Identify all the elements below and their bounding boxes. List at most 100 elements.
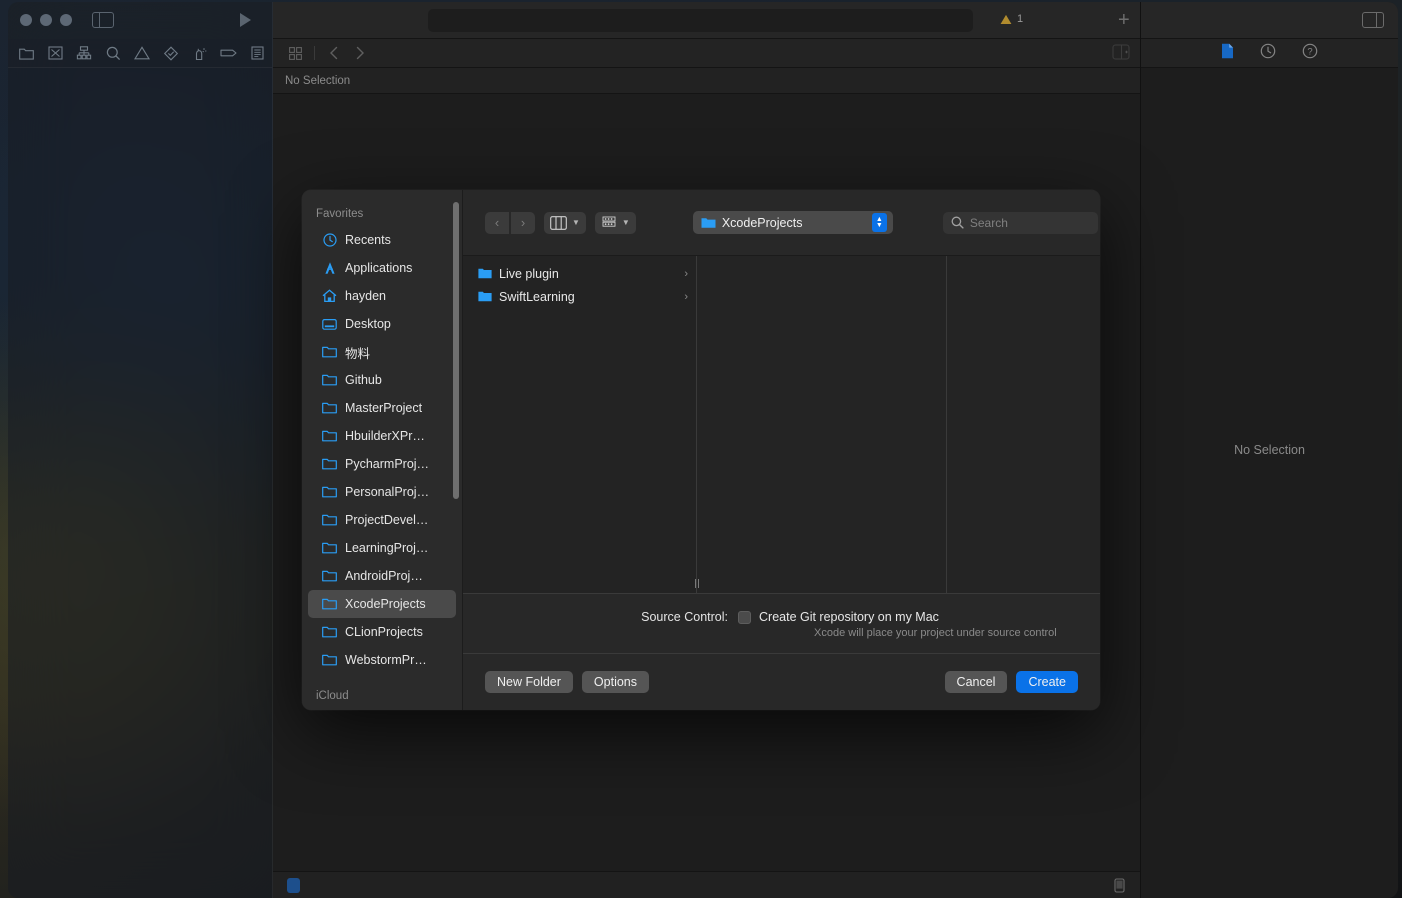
search-input[interactable]: Search <box>943 212 1098 234</box>
sidebar-item-label: AndroidProj… <box>345 569 423 583</box>
view-mode-button[interactable]: ▼ <box>544 212 586 234</box>
browser-item-label: SwiftLearning <box>499 290 575 304</box>
sidebar-item-xcodeprojects[interactable]: XcodeProjects <box>308 590 456 618</box>
warning-icon <box>1000 14 1012 25</box>
add-editor-button[interactable]: + <box>1118 11 1130 29</box>
warning-count: 1 <box>1017 13 1023 25</box>
sidebar-item-label: PersonalProj… <box>345 485 429 499</box>
stepper-icon[interactable]: ▲▼ <box>872 213 887 232</box>
minimize-button[interactable] <box>40 14 52 26</box>
sidebar-item-webstormpr[interactable]: WebstormPr… <box>308 646 456 674</box>
sidebar-item-recents[interactable]: Recents <box>308 226 456 254</box>
inspector-empty-state: No Selection <box>1141 2 1398 898</box>
browser-column-1: Live plugin› SwiftLearning › <box>463 256 697 593</box>
sidebar-scrollbar[interactable] <box>453 202 459 499</box>
inspector-panel: ? No Selection <box>1140 2 1398 898</box>
icloud-group-label: iCloud <box>302 690 462 702</box>
breakpoint-navigator-icon[interactable] <box>214 41 243 65</box>
sidebar-item-list: RecentsApplicationshayden Desktop 物料 Github… <box>302 226 462 674</box>
sidebar-item-label: XcodeProjects <box>345 597 426 611</box>
folder-icon <box>322 569 337 584</box>
toggle-navigator-icon[interactable] <box>92 12 114 28</box>
navigate-forward-icon[interactable] <box>348 42 372 64</box>
browser-item-label: Live plugin <box>499 267 559 281</box>
sidebar-item-hbuilderxpr[interactable]: HbuilderXPr… <box>308 422 456 450</box>
sidebar-item-label: MasterProject <box>345 401 422 415</box>
sidebar-item-learningproj[interactable]: LearningProj… <box>308 534 456 562</box>
activity-status-field <box>428 9 973 32</box>
warning-navigator-icon[interactable] <box>128 41 157 65</box>
folder-icon <box>322 541 337 556</box>
browser-item[interactable]: Live plugin› <box>463 262 696 285</box>
search-navigator-icon[interactable] <box>99 41 128 65</box>
browser-item[interactable]: SwiftLearning › <box>463 285 696 308</box>
report-navigator-icon[interactable] <box>243 41 272 65</box>
create-git-repository-label: Create Git repository on my Mac <box>759 610 939 624</box>
folder-icon <box>322 345 337 360</box>
sidebar-item-[interactable]: 物料 <box>308 338 456 366</box>
device-icon[interactable] <box>1113 878 1126 893</box>
folder-navigator-icon[interactable] <box>12 41 41 65</box>
navigation-arrows: ‹ › <box>485 212 535 234</box>
jump-bar[interactable]: No Selection <box>273 68 1140 94</box>
minimap-grid-icon[interactable] <box>283 42 307 64</box>
source-control-row: Source Control: Create Git repository on… <box>463 610 1100 624</box>
sidebar-item-androidproj[interactable]: AndroidProj… <box>308 562 456 590</box>
create-git-repository-checkbox[interactable] <box>738 611 751 624</box>
toggle-editor-layout-icon[interactable] <box>1112 44 1130 65</box>
back-button[interactable]: ‹ <box>485 212 509 234</box>
file-panel-main: ‹ › ▼ ▼ <box>463 190 1100 710</box>
browser-column-3 <box>947 256 1100 593</box>
sidebar-item-label: HbuilderXPr… <box>345 429 425 443</box>
column-view-icon <box>550 216 567 230</box>
sidebar-item-label: Github <box>345 373 382 387</box>
file-panel-toolbar: ‹ › ▼ ▼ <box>463 190 1100 256</box>
hierarchy-navigator-icon[interactable] <box>70 41 99 65</box>
sidebar-item-projectdevel[interactable]: ProjectDevel… <box>308 506 456 534</box>
traffic-lights[interactable] <box>20 14 72 26</box>
run-button-icon[interactable] <box>240 13 251 27</box>
new-folder-button[interactable]: New Folder <box>485 671 573 693</box>
sidebar-item-github[interactable]: Github <box>308 366 456 394</box>
location-popup-button[interactable]: XcodeProjects ▲▼ <box>693 211 893 234</box>
navigator-content <box>8 68 272 898</box>
sidebar-item-label: Desktop <box>345 317 391 331</box>
debug-area-toggle-icon[interactable] <box>287 878 300 893</box>
folder-icon <box>322 485 337 500</box>
editor-toolbar <box>273 39 1140 68</box>
sidebar-item-label: 物料 <box>345 343 370 362</box>
window-titlebar <box>8 2 272 39</box>
dialog-button-bar: New Folder Options Cancel Create <box>463 653 1100 710</box>
zoom-button[interactable] <box>60 14 72 26</box>
folder-icon <box>477 266 492 281</box>
sidebar-item-hayden[interactable]: hayden <box>308 282 456 310</box>
source-control-hint: Xcode will place your project under sour… <box>814 627 1100 639</box>
navigator-tabbar <box>8 39 272 68</box>
column-resize-handle[interactable] <box>693 578 701 589</box>
navigator-panel <box>8 2 273 898</box>
forward-button[interactable]: › <box>511 212 535 234</box>
source-control-section: Source Control: Create Git repository on… <box>463 593 1100 653</box>
file-browser-columns: Live plugin› SwiftLearning › <box>463 256 1100 593</box>
navigate-back-icon[interactable] <box>322 42 346 64</box>
options-button[interactable]: Options <box>582 671 649 693</box>
folder-icon <box>322 513 337 528</box>
warning-status-group[interactable]: 1 <box>1000 13 1023 25</box>
sidebar-item-desktop[interactable]: Desktop <box>308 310 456 338</box>
location-value: XcodeProjects <box>722 216 866 230</box>
sidebar-item-personalproj[interactable]: PersonalProj… <box>308 478 456 506</box>
sidebar-item-label: WebstormPr… <box>345 653 427 667</box>
group-mode-button[interactable]: ▼ <box>595 212 636 234</box>
sidebar-item-pycharmproj[interactable]: PycharmProj… <box>308 450 456 478</box>
create-button[interactable]: Create <box>1016 671 1078 693</box>
debug-navigator-icon[interactable] <box>185 41 214 65</box>
source-control-navigator-icon[interactable] <box>41 41 70 65</box>
test-navigator-icon[interactable] <box>156 41 185 65</box>
sidebar-item-masterproject[interactable]: MasterProject <box>308 394 456 422</box>
sidebar-item-applications[interactable]: Applications <box>308 254 456 282</box>
close-button[interactable] <box>20 14 32 26</box>
cancel-button[interactable]: Cancel <box>945 671 1008 693</box>
chevron-right-icon: › <box>684 291 688 303</box>
chevron-down-icon: ▼ <box>572 218 580 227</box>
sidebar-item-clionprojects[interactable]: CLionProjects <box>308 618 456 646</box>
